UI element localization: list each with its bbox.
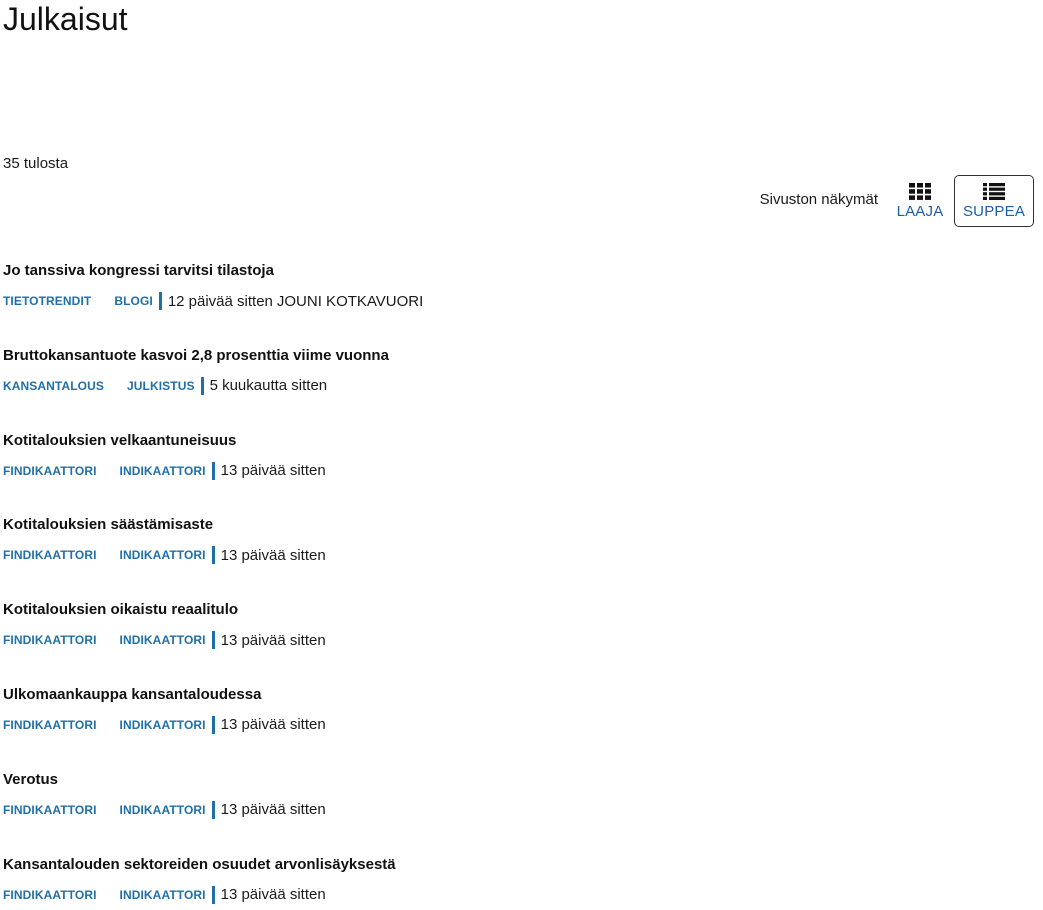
wide-view-label: LAAJA <box>896 202 944 220</box>
view-switcher-label: Sivuston näkymät <box>759 190 878 208</box>
tag-link[interactable]: INDIKAATTORI <box>120 803 206 817</box>
item-title-link[interactable]: Jo tanssiva kongressi tarvitsi tilastoja <box>3 259 903 282</box>
tag-link[interactable]: INDIKAATTORI <box>120 888 206 902</box>
divider <box>211 715 215 734</box>
item-title-link[interactable]: Kotitalouksien velkaantuneisuus <box>3 429 903 452</box>
item-meta: FINDIKAATTORI INDIKAATTORI 13 päivää sit… <box>3 715 903 735</box>
item-time: 13 päivää sitten <box>220 716 326 734</box>
item-title-link[interactable]: Kotitalouksien säästämisaste <box>3 513 903 536</box>
list-item: Kotitalouksien säästämisaste FINDIKAATTO… <box>3 513 903 598</box>
tag-link[interactable]: TIETOTRENDIT <box>3 294 91 308</box>
divider <box>211 546 215 565</box>
page-title: Julkaisut <box>3 1 128 37</box>
tag-link[interactable]: INDIKAATTORI <box>120 718 206 732</box>
tag-link[interactable]: INDIKAATTORI <box>120 464 206 478</box>
tag-link[interactable]: FINDIKAATTORI <box>3 888 97 902</box>
tag-link[interactable]: FINDIKAATTORI <box>3 548 97 562</box>
view-switcher: Sivuston näkymät LAAJA SUPPEA <box>760 175 1034 227</box>
divider <box>211 631 215 650</box>
list-item: Kotitalouksien velkaantuneisuus FINDIKAA… <box>3 429 903 514</box>
item-meta: FINDIKAATTORI INDIKAATTORI 13 päivää sit… <box>3 885 903 905</box>
wide-view-button[interactable]: LAAJA <box>890 175 950 227</box>
tag-link[interactable]: FINDIKAATTORI <box>3 803 97 817</box>
item-time: 13 päivää sitten <box>220 462 326 480</box>
tag-link[interactable]: FINDIKAATTORI <box>3 633 97 647</box>
page: Julkaisut 35 tulosta Sivuston näkymät LA… <box>0 0 1043 910</box>
result-count: 35 tulosta <box>3 155 69 172</box>
item-title-link[interactable]: Bruttokansantuote kasvoi 2,8 prosenttia … <box>3 344 903 367</box>
item-meta: FINDIKAATTORI INDIKAATTORI 13 päivää sit… <box>3 800 903 820</box>
tag-link[interactable]: JULKISTUS <box>127 379 195 393</box>
divider <box>211 885 215 904</box>
item-time: 12 päivää sitten <box>167 292 273 310</box>
item-title-link[interactable]: Kotitalouksien oikaistu reaalitulo <box>3 598 903 621</box>
item-author: JOUNI KOTKAVUORI <box>276 292 424 310</box>
item-meta: TIETOTRENDIT BLOGI 12 päivää sitten JOUN… <box>3 291 903 311</box>
tag-link[interactable]: INDIKAATTORI <box>120 548 206 562</box>
list-item: Bruttokansantuote kasvoi 2,8 prosenttia … <box>3 344 903 429</box>
item-time: 13 päivää sitten <box>220 546 326 564</box>
divider <box>200 376 204 395</box>
list-item: Verotus FINDIKAATTORI INDIKAATTORI 13 pä… <box>3 768 903 853</box>
divider <box>211 800 215 819</box>
item-meta: KANSANTALOUS JULKISTUS 5 kuukautta sitte… <box>3 376 903 396</box>
item-time: 13 päivää sitten <box>220 631 326 649</box>
tag-link[interactable]: BLOGI <box>114 294 153 308</box>
compact-view-button[interactable]: SUPPEA <box>954 175 1034 227</box>
list-item: Jo tanssiva kongressi tarvitsi tilastoja… <box>3 259 903 344</box>
list-icon <box>983 182 1005 200</box>
grid-icon <box>909 182 931 200</box>
list-item: Ulkomaankauppa kansantaloudessa FINDIKAA… <box>3 683 903 768</box>
list-item: Kotitalouksien oikaistu reaalitulo FINDI… <box>3 598 903 683</box>
divider <box>158 292 162 310</box>
divider <box>211 461 215 480</box>
tag-link[interactable]: INDIKAATTORI <box>120 633 206 647</box>
item-meta: FINDIKAATTORI INDIKAATTORI 13 päivää sit… <box>3 545 903 565</box>
item-title-link[interactable]: Kansantalouden sektoreiden osuudet arvon… <box>3 853 903 876</box>
item-title-link[interactable]: Verotus <box>3 768 903 791</box>
item-time: 13 päivää sitten <box>220 886 326 904</box>
results-list: Jo tanssiva kongressi tarvitsi tilastoja… <box>3 259 903 910</box>
item-title-link[interactable]: Ulkomaankauppa kansantaloudessa <box>3 683 903 706</box>
item-meta: FINDIKAATTORI INDIKAATTORI 13 päivää sit… <box>3 630 903 650</box>
item-meta: FINDIKAATTORI INDIKAATTORI 13 päivää sit… <box>3 461 903 481</box>
compact-view-label: SUPPEA <box>962 202 1026 220</box>
list-item: Kansantalouden sektoreiden osuudet arvon… <box>3 853 903 910</box>
item-time: 5 kuukautta sitten <box>209 377 328 395</box>
item-time: 13 päivää sitten <box>220 801 326 819</box>
tag-link[interactable]: KANSANTALOUS <box>3 379 104 393</box>
tag-link[interactable]: FINDIKAATTORI <box>3 464 97 478</box>
tag-link[interactable]: FINDIKAATTORI <box>3 718 97 732</box>
